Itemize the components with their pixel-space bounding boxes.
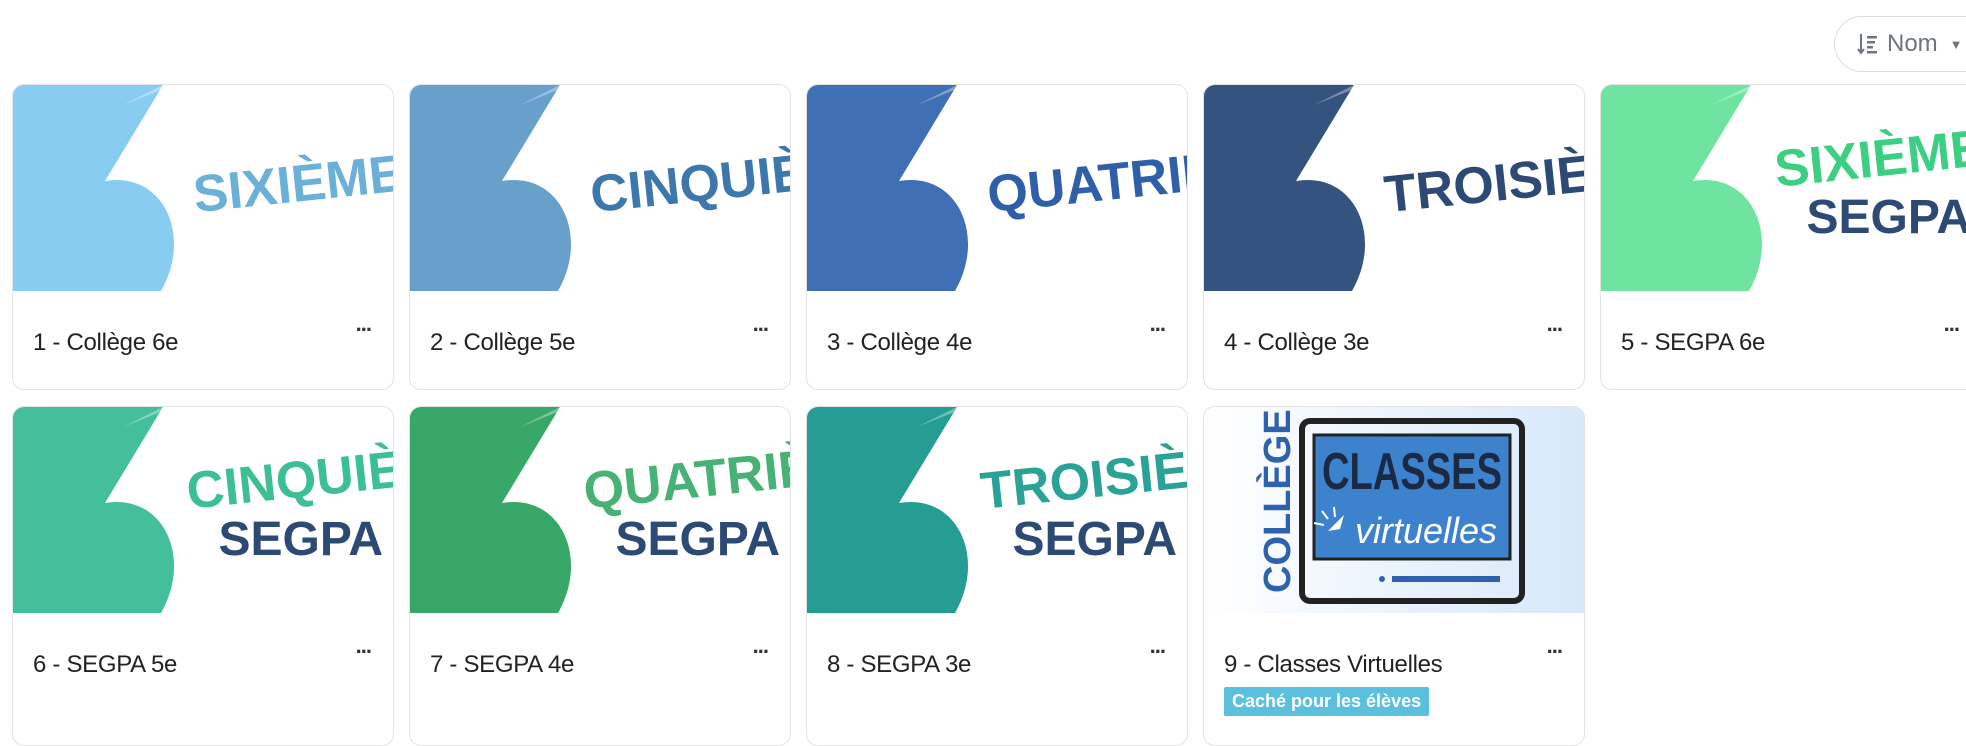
more-options-icon[interactable]: ... [356, 633, 372, 659]
course-card[interactable]: CINQUIÈM 2 - Collège 5e ... [409, 84, 791, 390]
chevron-down-icon: ▼ [1949, 36, 1963, 52]
classes-virtuelles-logo: COLLÈGE CLASSES virtuelles [1255, 409, 1525, 604]
course-name: 9 - Classes Virtuelles [1224, 651, 1443, 678]
course-name: 4 - Collège 3e [1224, 329, 1370, 356]
course-card[interactable]: QUATRIÈM 3 - Collège 4e ... [806, 84, 1188, 390]
banner-title: QUATRIÈM [581, 435, 790, 521]
banner-shape [807, 407, 969, 613]
course-banner: QUATRIÈMSEGPA [410, 407, 790, 613]
course-banner: TROISIÈM [1204, 85, 1584, 291]
course-banner: SIXIÈMESEGPA [1601, 85, 1966, 291]
course-image: SIXIÈME [13, 85, 393, 291]
banner-title: QUATRIÈM [985, 138, 1187, 224]
virtuelles-text: virtuelles [1355, 510, 1497, 551]
course-banner: SIXIÈME [13, 85, 393, 291]
banner-shape [1204, 85, 1366, 291]
banner-subtitle: SEGPA [616, 513, 780, 566]
banner-shape [410, 85, 572, 291]
more-options-icon[interactable]: ... [1150, 633, 1166, 659]
course-banner: TROISIÈMSEGPA [807, 407, 1187, 613]
course-banner: CINQUIÈM [410, 85, 790, 291]
course-card[interactable]: QUATRIÈM SEGPA 7 - SEGPA 4e ... [409, 406, 791, 746]
course-banner: CINQUIÈMSEGPA [13, 407, 393, 613]
banner-shape [1601, 85, 1763, 291]
more-options-icon[interactable]: ... [1944, 311, 1960, 337]
banner-subtitle: SEGPA [1013, 513, 1177, 566]
course-image: SIXIÈME SEGPA [1601, 85, 1966, 291]
more-options-icon[interactable]: ... [753, 633, 769, 659]
banner-title: CINQUIÈM [588, 139, 790, 224]
more-options-icon[interactable]: ... [356, 311, 372, 337]
course-image: TROISIÈM SEGPA [807, 407, 1187, 613]
course-card[interactable]: CINQUIÈM SEGPA 6 - SEGPA 5e ... [12, 406, 394, 746]
course-name: 2 - Collège 5e [430, 329, 576, 356]
course-name: 8 - SEGPA 3e [827, 651, 972, 678]
course-card[interactable]: SIXIÈME 1 - Collège 6e ... [12, 84, 394, 390]
course-card[interactable]: TROISIÈM SEGPA 8 - SEGPA 3e ... [806, 406, 1188, 746]
course-image: QUATRIÈM [807, 85, 1187, 291]
course-card[interactable]: TROISIÈM 4 - Collège 3e ... [1203, 84, 1585, 390]
course-card[interactable]: SIXIÈME SEGPA 5 - SEGPA 6e ... [1600, 84, 1966, 390]
sort-icon [1857, 34, 1877, 55]
course-image: COLLÈGE CLASSES virtuelles [1204, 407, 1584, 613]
course-name: 3 - Collège 4e [827, 329, 973, 356]
sort-label: Nom [1887, 30, 1938, 57]
college-vertical-text: COLLÈGE [1255, 409, 1299, 593]
more-options-icon[interactable]: ... [1547, 311, 1563, 337]
banner-title: TROISIÈM [978, 437, 1187, 521]
more-options-icon[interactable]: ... [1547, 633, 1563, 659]
banner-title: TROISIÈM [1382, 140, 1584, 224]
course-name: 1 - Collège 6e [33, 329, 179, 356]
more-options-icon[interactable]: ... [1150, 311, 1166, 337]
classes-text: CLASSES [1322, 443, 1502, 501]
course-name: 7 - SEGPA 4e [430, 651, 575, 678]
course-image: QUATRIÈM SEGPA [410, 407, 790, 613]
banner-shape [807, 85, 969, 291]
banner-subtitle: SEGPA [1807, 191, 1966, 244]
course-name: 5 - SEGPA 6e [1621, 329, 1766, 356]
sort-button[interactable]: Nom ▼ [1834, 16, 1966, 72]
banner-title: SIXIÈME [1772, 119, 1966, 199]
hidden-from-students-badge: Caché pour les élèves [1224, 687, 1430, 716]
banner-subtitle: SEGPA [219, 513, 383, 566]
banner-shape [410, 407, 572, 613]
banner-shape [13, 85, 175, 291]
course-image: CINQUIÈM [410, 85, 790, 291]
course-image: TROISIÈM [1204, 85, 1584, 291]
course-image: CINQUIÈM SEGPA [13, 407, 393, 613]
more-options-icon[interactable]: ... [753, 311, 769, 337]
course-card-virtual-classes[interactable]: COLLÈGE CLASSES virtuelles 9 - Classes V… [1203, 406, 1585, 746]
banner-title: CINQUIÈM [184, 436, 393, 521]
banner-title: SIXIÈME [191, 145, 393, 225]
course-banner: QUATRIÈM [807, 85, 1187, 291]
course-name: 6 - SEGPA 5e [33, 651, 178, 678]
banner-shape [13, 407, 175, 613]
